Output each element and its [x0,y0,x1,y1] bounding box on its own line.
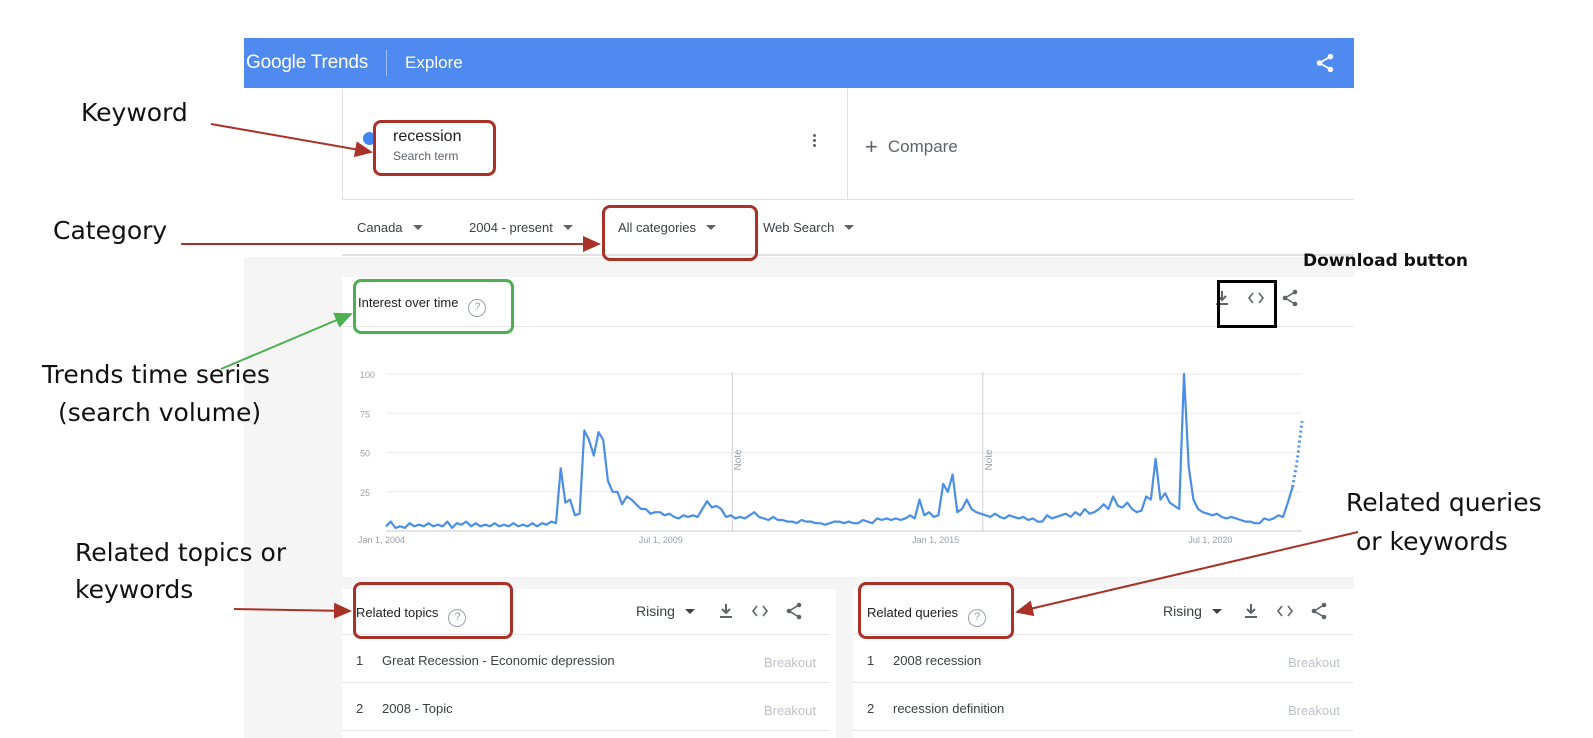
compare-button[interactable]: + Compare [865,134,958,160]
time-series-annotation-line1: Trends time series [42,360,270,389]
page-background [244,257,1354,277]
chevron-down-icon [844,225,855,230]
time-series-annotation-line2: (search volume) [58,398,262,427]
chevron-down-icon [684,609,695,614]
y-tick-label: 25 [360,488,370,498]
more-vert-icon[interactable] [809,132,819,150]
x-tick-label: Jan 1, 2004 [358,535,405,545]
y-tick-label: 100 [360,370,375,380]
embed-icon[interactable] [1275,601,1295,621]
series-line [385,372,1294,529]
embed-icon[interactable] [750,601,770,621]
related-topics-annotation-line1: Related topics or [75,538,287,567]
y-tick-label: 50 [360,449,370,459]
keyword-annotation: Keyword [81,98,188,127]
related-topics-highlight-box [353,582,513,639]
chevron-down-icon [562,225,573,230]
region-filter[interactable]: Canada [357,220,423,235]
related-topics-annotation-line2: keywords [75,575,194,604]
row-label[interactable]: recession definition [893,701,1004,716]
share-icon[interactable] [784,601,804,621]
note-label: Note [984,449,995,471]
search-type-filter-label: Web Search [763,220,835,235]
row-value: Breakout [1287,703,1340,718]
list-item[interactable]: 1 Great Recession - Economic depression … [342,635,830,683]
app-header: Google Trends Explore [244,38,1354,88]
x-tick-label: Jul 1, 2009 [639,535,683,545]
chevron-down-icon [412,225,423,230]
download-button-annotation: Download button [1303,251,1468,271]
share-icon[interactable] [1314,52,1336,74]
download-icon[interactable] [1241,601,1261,621]
list-item[interactable]: 1 2008 recession Breakout [853,635,1354,683]
share-icon[interactable] [1280,288,1300,308]
header-divider [386,50,388,76]
series-projection [1291,420,1304,488]
compare-label: Compare [887,137,958,156]
download-icon[interactable] [716,601,736,621]
left-gutter [244,88,342,200]
region-filter-label: Canada [357,220,403,235]
time-range-filter-label: 2004 - present [469,220,553,235]
keyword-highlight-box [373,120,496,176]
note-label: Note [733,449,744,471]
row-value: Breakout [1287,655,1340,670]
card-toolbar [702,601,804,621]
x-tick-label: Jan 1, 2015 [912,535,959,545]
time-range-filter[interactable]: 2004 - present [469,220,573,235]
filter-bar: Canada 2004 - present All categories Web… [342,200,1354,256]
row-value: Breakout [763,655,816,670]
card-toolbar [1227,601,1329,621]
y-tick-label: 75 [360,409,370,419]
page-background [244,589,342,738]
chevron-down-icon [1211,609,1222,614]
interest-title-highlight-box [353,279,514,334]
interest-over-time-chart[interactable]: 25 50 75 100 Note Note Jan 1, 2004 Jul 1, 2009 J… [342,327,1354,577]
search-type-filter[interactable]: Web Search [763,220,855,235]
page-background [244,277,342,577]
sort-dropdown[interactable]: Rising [1163,603,1222,619]
list-item[interactable]: 2 2008 - Topic Breakout [342,683,830,731]
sort-label: Rising [636,603,675,619]
row-label[interactable]: Great Recession - Economic depression [382,653,615,668]
related-queries-annotation-line2: or keywords [1356,527,1508,556]
category-highlight-box [602,205,758,261]
related-queries-highlight-box [858,582,1014,639]
page-title: Explore [405,53,463,72]
row-rank: 2 [356,701,364,716]
row-rank: 1 [356,653,364,668]
row-rank: 1 [867,653,875,668]
page-background [836,589,853,738]
related-queries-annotation-line1: Related queries [1346,488,1542,517]
plus-icon: + [865,134,878,159]
row-label[interactable]: 2008 recession [893,653,981,668]
list-item[interactable]: 2 recession definition Breakout [853,683,1354,731]
category-annotation: Category [53,216,168,245]
google-trends-logo[interactable]: Google Trends [244,52,368,74]
row-value: Breakout [763,703,816,718]
download-highlight-box [1217,280,1277,328]
row-rank: 2 [867,701,875,716]
row-label[interactable]: 2008 - Topic [382,701,453,716]
share-icon[interactable] [1309,601,1329,621]
x-tick-label: Jul 1, 2020 [1188,535,1232,545]
sort-label: Rising [1163,603,1202,619]
sort-dropdown[interactable]: Rising [636,603,695,619]
